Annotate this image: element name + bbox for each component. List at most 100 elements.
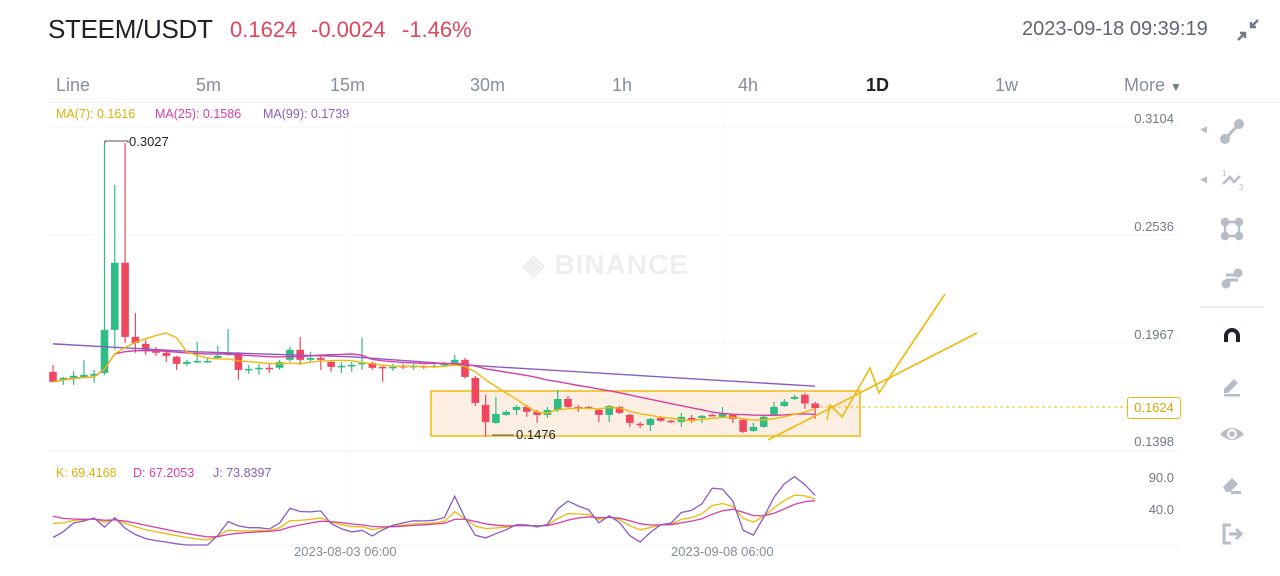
candle-body bbox=[389, 366, 397, 369]
high-price-label: 0.3027 bbox=[129, 134, 169, 149]
kdj-d-line bbox=[52, 500, 816, 538]
candle-body bbox=[564, 398, 572, 407]
rectangle-icon[interactable] bbox=[1218, 215, 1246, 243]
candle bbox=[172, 355, 181, 370]
candle bbox=[317, 355, 325, 370]
candle-body bbox=[595, 409, 603, 415]
candle-body bbox=[471, 377, 480, 403]
candle bbox=[183, 359, 191, 366]
candle-body bbox=[626, 414, 634, 423]
candle-body bbox=[770, 406, 778, 415]
candle-body bbox=[172, 356, 181, 364]
eraser-icon[interactable] bbox=[1218, 470, 1246, 498]
candle-body bbox=[214, 355, 222, 358]
toolbar-divider bbox=[1200, 306, 1264, 308]
candle bbox=[450, 354, 459, 364]
y-tick: 0.3104 bbox=[1134, 111, 1174, 126]
kdj-j-line bbox=[52, 475, 816, 546]
candle bbox=[759, 414, 768, 428]
candle-body bbox=[306, 357, 315, 360]
candle-body bbox=[111, 262, 119, 330]
fibonacci-icon[interactable]: 13 bbox=[1218, 166, 1246, 194]
candle-body bbox=[636, 423, 644, 426]
candle-body bbox=[100, 329, 109, 373]
x-label: 2023-08-03 06:00 bbox=[294, 544, 397, 559]
candle-body bbox=[337, 365, 346, 368]
svg-text:1: 1 bbox=[1222, 169, 1227, 178]
candle-body bbox=[183, 361, 191, 364]
candle-body bbox=[193, 360, 201, 363]
candle-body bbox=[656, 417, 665, 421]
candle-body bbox=[327, 361, 335, 367]
y-tick: 0.1398 bbox=[1134, 434, 1174, 449]
candle bbox=[739, 418, 747, 433]
candle-body bbox=[80, 374, 88, 377]
high-marker bbox=[104, 140, 129, 143]
candle-body bbox=[49, 371, 57, 382]
expand-arrow-icon[interactable]: ◀ bbox=[1200, 124, 1207, 135]
candle-body bbox=[265, 367, 274, 370]
kdj-y-tick: 40.0 bbox=[1148, 502, 1174, 517]
candle-body bbox=[739, 419, 747, 432]
candle bbox=[224, 328, 232, 356]
candle bbox=[347, 361, 356, 372]
candle-body bbox=[502, 411, 510, 415]
y-tick: 0.1967 bbox=[1134, 327, 1174, 342]
candle bbox=[306, 351, 315, 362]
candle-body bbox=[687, 417, 696, 420]
y-tick: 0.2536 bbox=[1134, 219, 1174, 234]
candle-body bbox=[512, 406, 521, 410]
candle-body bbox=[759, 416, 768, 427]
kdj-k-line bbox=[52, 494, 816, 541]
kdj-k-legend: K: 69.4168 bbox=[56, 466, 117, 480]
candle-body bbox=[347, 364, 356, 367]
low-price-label: 0.1476 bbox=[516, 427, 556, 442]
candle bbox=[471, 375, 480, 406]
candle bbox=[131, 312, 140, 353]
candle-body bbox=[718, 413, 727, 417]
trend-line-icon[interactable] bbox=[1218, 117, 1246, 145]
candle bbox=[49, 364, 57, 382]
candle bbox=[275, 359, 284, 370]
candle-body bbox=[801, 394, 809, 404]
candle bbox=[80, 359, 88, 378]
candle-body bbox=[780, 401, 789, 406]
expand-arrow-icon[interactable]: ◀ bbox=[1200, 174, 1207, 185]
candle bbox=[327, 359, 335, 372]
parallel-channel-icon[interactable] bbox=[1218, 264, 1246, 292]
candlestick-chart[interactable] bbox=[0, 0, 1280, 576]
candle-body bbox=[708, 414, 716, 417]
candle-body bbox=[553, 398, 562, 410]
svg-text:3: 3 bbox=[1239, 183, 1244, 192]
candle-body bbox=[162, 352, 171, 356]
eye-icon[interactable] bbox=[1218, 420, 1246, 448]
candle-body bbox=[492, 413, 500, 423]
kdj-j-legend: J: 73.8397 bbox=[213, 466, 272, 480]
kdj-d-legend: D: 67.2053 bbox=[133, 466, 195, 480]
candle bbox=[389, 363, 397, 371]
candle bbox=[378, 364, 387, 382]
brush-icon[interactable] bbox=[1218, 371, 1246, 399]
trend-line-annotation[interactable] bbox=[767, 332, 978, 441]
candle-body bbox=[811, 403, 819, 409]
x-label: 2023-09-08 06:00 bbox=[671, 544, 774, 559]
candle bbox=[111, 184, 119, 350]
candle-body bbox=[203, 360, 212, 363]
current-price-tag: 0.1624 bbox=[1127, 397, 1181, 419]
candle bbox=[255, 363, 263, 375]
candle-body bbox=[378, 366, 387, 369]
candle-body bbox=[790, 396, 799, 399]
candle-body bbox=[121, 262, 129, 337]
candle bbox=[337, 361, 346, 373]
candle bbox=[296, 336, 304, 365]
candle bbox=[141, 339, 150, 355]
magnet-icon[interactable] bbox=[1218, 322, 1246, 350]
candle-body bbox=[698, 415, 706, 418]
candle bbox=[121, 142, 129, 343]
candle-body bbox=[481, 404, 490, 422]
candle bbox=[244, 364, 253, 374]
candle-body bbox=[667, 420, 675, 423]
candle-body bbox=[646, 418, 655, 425]
exit-icon[interactable] bbox=[1218, 520, 1246, 548]
candle-body bbox=[244, 368, 253, 371]
